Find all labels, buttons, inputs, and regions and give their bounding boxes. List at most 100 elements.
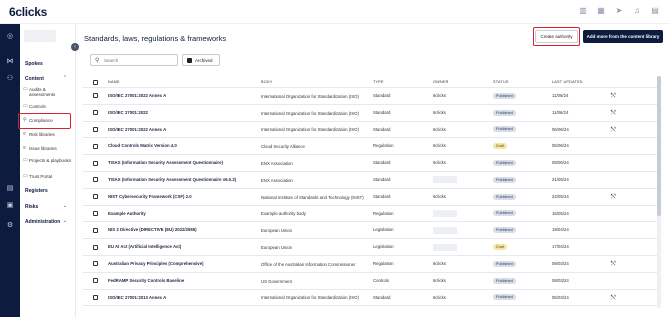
sidebar-item-projects[interactable]: ▭ Projects & playbooks [23, 158, 73, 164]
archived-checkbox[interactable] [187, 58, 192, 63]
authority-name[interactable]: NIS 2 Directive (DIRECTIVE (EU) 2022/255… [108, 222, 197, 239]
col-body[interactable]: BODY [261, 76, 371, 88]
authority-name[interactable]: ISO/IEC 27001:2022 Annex A [108, 122, 166, 139]
sidebar-item-risks[interactable]: Risks [25, 204, 38, 210]
add-from-library-button[interactable]: Add more from the content library [583, 30, 663, 43]
authority-name[interactable]: TISAX (Information Security Assessment Q… [108, 172, 236, 189]
status-badge: Published [493, 227, 516, 234]
owner-avatar [433, 243, 457, 251]
col-owner[interactable]: OWNER [433, 76, 449, 88]
archived-toggle[interactable]: Archived [182, 54, 220, 66]
row-checkbox[interactable] [93, 194, 98, 200]
table-row[interactable]: NIST Cybersecurity Framework (CSF) 2.0 Na… [83, 189, 660, 206]
globe-icon[interactable]: ◎ [5, 32, 15, 42]
sidebar-item-issue-libraries[interactable]: ≡ Issue libraries [23, 146, 73, 152]
table-row[interactable]: TISAX (Information Security Assessment Q… [83, 155, 660, 172]
building-icon[interactable]: ▦ [596, 6, 606, 16]
row-checkbox[interactable] [93, 244, 98, 250]
body-cell: Example authority body [261, 211, 306, 217]
mapping-icon[interactable]: ⤲ [611, 105, 616, 122]
sidebar-item-controls[interactable]: ▭ Controls [23, 104, 73, 110]
col-type[interactable]: TYPE [373, 76, 384, 88]
calendar-icon[interactable]: ▤ [5, 184, 15, 194]
authorities-table: NAME BODY TYPE OWNER STATUS LAST UPDATED… [83, 76, 660, 307]
sidebar-item-registers[interactable]: Registers [25, 188, 48, 194]
table-row[interactable]: ISO/IEC 27001:2022 International Organiza… [83, 105, 660, 122]
authority-name[interactable]: Cloud Controls Matrix Version 4.0 [108, 138, 177, 155]
bell-icon[interactable]: ♫ [632, 6, 642, 16]
table-row[interactable]: Example Authority Example authority body R… [83, 206, 660, 223]
authority-name[interactable]: NIST Cybersecurity Framework (CSF) 2.0 [108, 189, 192, 206]
type-cell: Standard [373, 176, 391, 182]
body-cell: ENX Association [261, 177, 293, 183]
table-row[interactable]: TISAX (Information Security Assessment Q… [83, 172, 660, 189]
authority-name[interactable]: Example Authority [108, 206, 146, 223]
chevron-down-icon[interactable]: ⌄ [63, 218, 67, 224]
row-checkbox[interactable] [93, 93, 98, 99]
mapping-icon[interactable]: ⤲ [611, 256, 616, 273]
network-icon[interactable]: ⋈ [5, 57, 15, 67]
scrollbar-thumb[interactable] [657, 76, 661, 216]
row-checkbox[interactable] [93, 227, 98, 233]
table-row[interactable]: ISO/IEC 27001:2013 Annex A International … [83, 290, 660, 307]
table-header: NAME BODY TYPE OWNER STATUS LAST UPDATED [83, 76, 660, 88]
row-checkbox[interactable] [93, 110, 98, 116]
chart-icon[interactable]: ▥ [578, 6, 588, 16]
table-row[interactable]: Cloud Controls Matrix Version 4.0 Cloud S… [83, 138, 660, 156]
authority-name[interactable]: TISAX (Information Security Assessment Q… [108, 155, 223, 172]
authority-name[interactable]: Australian Privacy Principles (Comprehen… [108, 256, 204, 273]
chevron-up-icon[interactable]: ⌃ [63, 75, 67, 81]
collapse-sidebar-icon[interactable]: ‹ [71, 43, 79, 51]
chevron-down-icon[interactable]: ⌄ [63, 203, 67, 209]
row-checkbox[interactable] [93, 160, 98, 166]
row-checkbox[interactable] [93, 126, 98, 132]
table-row[interactable]: ISO/IEC 27001:2022 Annex A International … [83, 88, 660, 105]
rocket-icon[interactable]: ➤ [614, 6, 624, 16]
body-cell: International Organization for Standardi… [261, 295, 359, 301]
row-checkbox[interactable] [93, 143, 98, 149]
mapping-icon[interactable]: ⤲ [611, 290, 616, 307]
row-checkbox[interactable] [93, 210, 98, 216]
sidebar-item-content[interactable]: Content [25, 76, 44, 82]
row-checkbox[interactable] [93, 278, 98, 284]
sidebar-item-trust-portal[interactable]: ▭ Trust Portal [23, 174, 73, 180]
briefcase-icon[interactable]: ▣ [5, 201, 15, 211]
calendar-icon[interactable]: ▤ [650, 6, 660, 16]
scrollbar[interactable] [657, 76, 661, 308]
col-name[interactable]: NAME [108, 76, 120, 88]
table-row[interactable]: EU AI Act (Artificial Intelligence Act) E… [83, 239, 660, 256]
sidebar-item-audits[interactable]: ▭ Audits & assessments [23, 87, 73, 98]
type-cell: Standard [373, 193, 391, 199]
col-status[interactable]: STATUS [493, 76, 509, 88]
mapping-icon[interactable]: ⤲ [611, 189, 616, 206]
search-input[interactable] [104, 57, 174, 64]
select-all-checkbox[interactable] [93, 79, 98, 85]
last-updated-cell: 22/05/24 [552, 193, 569, 199]
row-checkbox[interactable] [93, 294, 98, 300]
doc-icon: ▭ [23, 173, 28, 179]
mapping-icon[interactable]: ⤲ [611, 88, 616, 105]
create-authority-button[interactable]: Create authority [535, 30, 578, 43]
table-row[interactable]: ISO/IEC 27001:2022 Annex A International … [83, 122, 660, 139]
authority-name[interactable]: ISO/IEC 27001:2013 Annex A [108, 290, 166, 307]
table-row[interactable]: FedRAMP Security Controls Baseline US Gov… [83, 273, 660, 290]
table-row[interactable]: NIS 2 Directive (DIRECTIVE (EU) 2022/255… [83, 222, 660, 240]
last-updated-cell: 08/03/24 [552, 277, 569, 283]
mapping-icon[interactable]: ⤲ [611, 122, 616, 139]
col-last-updated[interactable]: LAST UPDATED [552, 76, 583, 88]
body-cell: International Organization for Standardi… [261, 110, 359, 116]
status-badge: Published [493, 260, 516, 267]
table-row[interactable]: Australian Privacy Principles (Comprehen… [83, 256, 660, 273]
sidebar-item-spokes[interactable]: Spokes [25, 61, 43, 67]
authority-name[interactable]: FedRAMP Security Controls Baseline [108, 273, 184, 290]
authority-name[interactable]: ISO/IEC 27001:2022 [108, 105, 148, 122]
authority-name[interactable]: EU AI Act (Artificial Intelligence Act) [108, 239, 181, 256]
authority-name[interactable]: ISO/IEC 27001:2022 Annex A [108, 88, 166, 105]
sidebar-item-administration[interactable]: Administration [25, 219, 60, 225]
org-switcher[interactable] [24, 30, 56, 42]
gear-icon[interactable]: ⚙ [5, 221, 15, 231]
row-checkbox[interactable] [93, 261, 98, 267]
users-icon[interactable]: ⚇ [5, 74, 15, 84]
row-checkbox[interactable] [93, 177, 98, 183]
sidebar-item-risk-libraries[interactable]: ≡ Risk libraries [23, 132, 73, 138]
